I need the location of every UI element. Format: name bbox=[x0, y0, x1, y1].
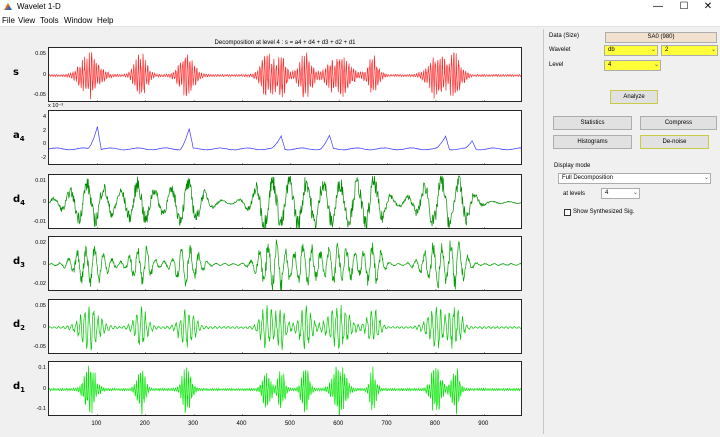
axes-d3 bbox=[48, 236, 522, 291]
chevron-down-icon: ⌄ bbox=[703, 175, 709, 181]
display-mode-label: Display mode bbox=[554, 163, 591, 169]
signal-plot bbox=[49, 365, 521, 415]
close-button[interactable]: ✕ bbox=[696, 0, 720, 14]
axes-d4 bbox=[48, 174, 522, 229]
y-tick-label: 0 bbox=[42, 141, 46, 148]
signal-plot bbox=[49, 126, 521, 164]
y-tick-label: 0.01 bbox=[35, 177, 46, 184]
statistics-button[interactable]: Statistics bbox=[553, 116, 632, 130]
maximize-button[interactable]: ☐ bbox=[672, 0, 696, 14]
x-tick-label: 400 bbox=[236, 421, 247, 427]
y-tick-label: 0.05 bbox=[35, 50, 46, 57]
chevron-down-icon: ⌄ bbox=[650, 47, 656, 53]
chevron-down-icon: ⌄ bbox=[632, 190, 638, 196]
figure-title: Decomposition at level 4 : s = a4 + d4 +… bbox=[214, 40, 356, 46]
menu-view[interactable]: View bbox=[18, 16, 35, 25]
matlab-icon bbox=[4, 3, 12, 10]
menu-window[interactable]: Window bbox=[64, 16, 92, 25]
signal-line bbox=[49, 126, 521, 151]
signal-line bbox=[49, 52, 521, 100]
y-tick-label: 0 bbox=[42, 198, 46, 205]
signal-plot bbox=[49, 304, 521, 353]
at-levels-select[interactable]: 4 ⌄ bbox=[601, 188, 640, 199]
window-title: Wavelet 1-D bbox=[17, 2, 61, 11]
axes-d1 bbox=[48, 361, 522, 416]
analyze-button[interactable]: Analyze bbox=[610, 90, 658, 104]
at-levels-label: at levels bbox=[563, 191, 586, 197]
y-tick-label: -0.01 bbox=[33, 219, 46, 226]
show-synth-label: Show Synthesized Sig. bbox=[573, 209, 635, 215]
menu-file[interactable]: File bbox=[2, 16, 15, 25]
level-select[interactable]: 4 ⌄ bbox=[604, 60, 661, 71]
level-label: Level bbox=[549, 62, 564, 68]
y-tick-label: 0.02 bbox=[35, 239, 46, 246]
axes-d2 bbox=[48, 299, 522, 354]
axes-a4 bbox=[48, 110, 522, 165]
wavelet-family-select[interactable]: db ⌄ bbox=[604, 45, 658, 56]
display-mode-value: Full Decomposition bbox=[562, 175, 614, 181]
menu-bar: File View Tools Window Help bbox=[0, 14, 720, 27]
y-label: s bbox=[13, 66, 19, 78]
x-tick-label: 300 bbox=[188, 421, 199, 427]
y-tick-label: 0 bbox=[42, 71, 46, 78]
wavelet-label: Wavelet bbox=[549, 47, 571, 53]
axes-s bbox=[48, 47, 522, 102]
wavelet-family-value: db bbox=[608, 47, 615, 53]
denoise-button[interactable]: De-noise bbox=[640, 135, 709, 149]
x-tick-label: 600 bbox=[333, 421, 344, 427]
chevron-down-icon: ⌄ bbox=[653, 62, 659, 68]
chevron-down-icon: ⌄ bbox=[710, 47, 716, 53]
signal-plot bbox=[49, 52, 521, 101]
y-label: a4 bbox=[13, 129, 25, 143]
y-tick-label: -0.05 bbox=[33, 344, 46, 351]
y-tick-label: 0 bbox=[42, 385, 46, 392]
minimize-button[interactable]: — bbox=[646, 0, 670, 14]
signal-line bbox=[49, 239, 521, 290]
show-synth-checkbox[interactable] bbox=[564, 209, 571, 216]
menu-help[interactable]: Help bbox=[97, 16, 113, 25]
x-tick-label: 100 bbox=[91, 421, 102, 427]
wavelet-order-select[interactable]: 2 ⌄ bbox=[661, 45, 718, 56]
y-tick-label: -0.05 bbox=[33, 92, 46, 99]
x-tick-label: 800 bbox=[429, 421, 440, 427]
y-tick-label: 0.05 bbox=[35, 302, 46, 309]
x-tick-label: 700 bbox=[381, 421, 392, 427]
compress-button[interactable]: Compress bbox=[640, 116, 717, 130]
y-exponent-label: x 10⁻³ bbox=[48, 103, 64, 109]
data-size-label: Data (Size) bbox=[549, 33, 580, 39]
wavelet-order-value: 2 bbox=[665, 47, 669, 53]
y-tick-label: -0.02 bbox=[33, 281, 46, 288]
y-tick-label: 0 bbox=[42, 260, 46, 267]
histograms-button[interactable]: Histograms bbox=[553, 135, 632, 149]
y-tick-label: 4 bbox=[42, 113, 46, 120]
signal-line bbox=[49, 175, 521, 228]
display-mode-select[interactable]: Full Decomposition ⌄ bbox=[558, 173, 711, 184]
y-tick-label: -2 bbox=[41, 155, 46, 162]
data-size-value: SA0 (980) bbox=[605, 32, 717, 43]
signal-plot bbox=[49, 175, 521, 228]
level-value: 4 bbox=[608, 62, 612, 68]
y-tick-label: 0.1 bbox=[38, 364, 46, 371]
signal-line bbox=[49, 365, 521, 415]
y-tick-label: 2 bbox=[42, 127, 46, 134]
at-levels-value: 4 bbox=[605, 190, 609, 196]
y-tick-label: 0 bbox=[42, 323, 46, 330]
panel-separator bbox=[543, 29, 544, 434]
x-tick-label: 200 bbox=[139, 421, 150, 427]
x-tick-label: 500 bbox=[284, 421, 295, 427]
title-bar: Wavelet 1-D — ☐ ✕ bbox=[0, 0, 720, 14]
x-tick-label: 900 bbox=[478, 421, 489, 427]
signal-line bbox=[49, 304, 521, 351]
y-tick-label: -0.1 bbox=[36, 406, 46, 413]
signal-plot bbox=[49, 239, 521, 290]
menu-tools[interactable]: Tools bbox=[40, 16, 59, 25]
